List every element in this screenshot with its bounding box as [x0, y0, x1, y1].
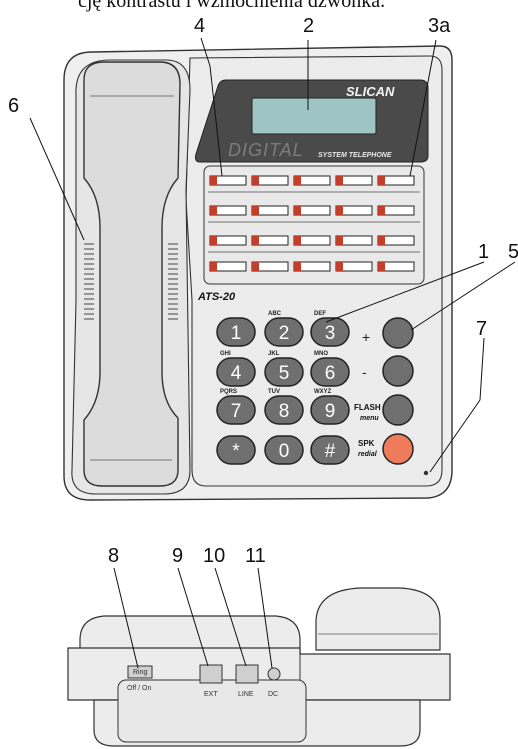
key-led-indicator: [252, 236, 259, 245]
key-led-indicator: [294, 206, 301, 215]
line-label: LINE: [238, 691, 254, 698]
key-led-indicator: [336, 206, 343, 215]
dial-key-letters: ABC: [268, 311, 282, 317]
diagram-canvas: cję kontrastu i wzmocnienia dzwonka. SLI…: [0, 0, 518, 749]
callout-9: 9: [172, 545, 183, 567]
key-led-indicator: [294, 176, 301, 185]
callout-8: 8: [108, 545, 119, 567]
microphone-hole: [423, 470, 429, 476]
dial-key-digit: 2: [279, 323, 290, 344]
header-text: cję kontrastu i wzmocnienia dzwonka.: [78, 0, 385, 12]
dial-key-digit: #: [325, 441, 336, 462]
key-led-indicator: [210, 262, 217, 271]
callout-6: 6: [8, 95, 19, 117]
key-led-indicator: [294, 236, 301, 245]
model-label: ATS-20: [197, 291, 236, 303]
phone-diagram: cję kontrastu i wzmocnienia dzwonka. SLI…: [8, 0, 518, 747]
callout-7: 7: [476, 318, 487, 340]
minus-label: -: [362, 364, 367, 380]
key-led-indicator: [210, 236, 217, 245]
rear-handset-end: [315, 587, 441, 651]
dial-key-letters: JKL: [268, 351, 280, 357]
key-led-indicator: [336, 176, 343, 185]
dial-key-digit: 8: [279, 401, 290, 422]
key-led-indicator: [210, 176, 217, 185]
flash-button[interactable]: [382, 394, 414, 426]
spk-label: SPK: [358, 439, 375, 448]
key-led-indicator: [252, 176, 259, 185]
dial-key-digit: 9: [325, 401, 336, 422]
dial-key-digit: 0: [279, 441, 290, 462]
dial-key-letters: TUV: [268, 389, 280, 395]
key-led-indicator: [252, 206, 259, 215]
key-led-indicator: [378, 206, 385, 215]
dial-key-digit: 7: [231, 401, 242, 422]
dial-key-digit: *: [232, 441, 240, 462]
lcd-screen: [251, 97, 377, 135]
dial-key-digit: 3: [325, 323, 336, 344]
callout-4: 4: [194, 15, 205, 37]
flash-label: FLASH: [354, 403, 381, 412]
ring-switch-label: Off / On: [127, 685, 151, 692]
rear-view: Ring Off / On EXT LINE DC: [67, 587, 451, 747]
digital-label: DIGITAL: [228, 140, 304, 160]
key-led-indicator: [336, 236, 343, 245]
dc-label: DC: [268, 691, 278, 698]
dial-key-letters: DEF: [314, 311, 326, 317]
dial-key-letters: WXYZ: [314, 389, 332, 395]
dial-key-letters: PQRS: [220, 389, 237, 395]
spk-sub-label: redial: [358, 451, 378, 458]
dial-key-digit: 6: [325, 363, 336, 384]
callout-11: 11: [245, 545, 266, 567]
key-led-indicator: [378, 236, 385, 245]
callout-2: 2: [303, 15, 314, 37]
key-led-indicator: [294, 262, 301, 271]
dial-key-digit: 1: [231, 323, 242, 344]
ext-port[interactable]: [199, 664, 223, 684]
flash-sub-label: menu: [360, 415, 379, 422]
volume-down-button[interactable]: [382, 355, 414, 387]
callout-10: 10: [203, 545, 225, 567]
callout-1: 1: [478, 241, 489, 263]
volume-up-button[interactable]: [382, 317, 414, 349]
callout-5: 5: [508, 241, 518, 263]
line-port[interactable]: [235, 664, 259, 684]
speaker-button[interactable]: [382, 433, 414, 465]
dial-key-digit: 4: [231, 363, 242, 384]
dial-key-letters: GHI: [220, 351, 231, 357]
callout-3a: 3a: [428, 15, 451, 37]
key-led-indicator: [336, 262, 343, 271]
ring-label: Ring: [133, 669, 148, 676]
dc-power-jack[interactable]: [267, 667, 281, 681]
dial-key-digit: 5: [279, 363, 290, 384]
key-led-indicator: [378, 262, 385, 271]
plus-label: +: [362, 329, 370, 345]
brand-logo: SLICAN: [346, 84, 395, 99]
ext-label: EXT: [204, 691, 218, 698]
key-led-indicator: [378, 176, 385, 185]
key-led-indicator: [210, 206, 217, 215]
system-telephone-label: SYSTEM TELEPHONE: [318, 152, 392, 159]
key-led-indicator: [252, 262, 259, 271]
dial-key-letters: MNO: [314, 351, 328, 357]
